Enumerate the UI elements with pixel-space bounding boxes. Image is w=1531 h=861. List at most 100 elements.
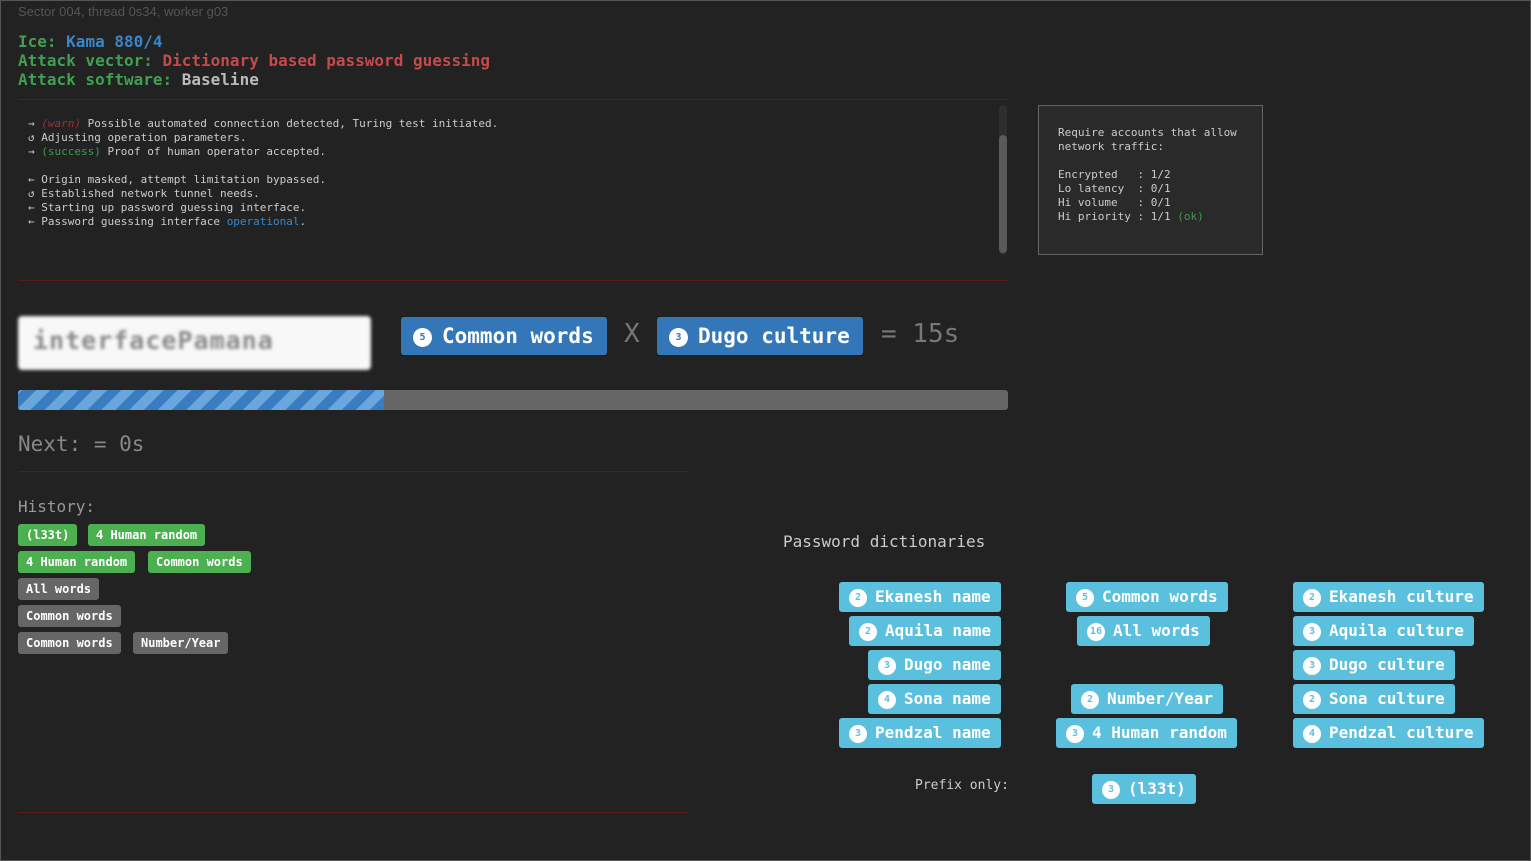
log-line: ↺ Adjusting operation parameters. xyxy=(28,131,247,144)
log-scrollbar-thumb[interactable] xyxy=(999,135,1007,253)
progress-fill xyxy=(18,390,385,410)
dictionary-dugo-culture[interactable]: 3 Dugo culture xyxy=(1293,650,1455,680)
count-badge: 5 xyxy=(1076,589,1094,607)
history-tag[interactable]: Number/Year xyxy=(133,632,229,654)
count-badge: 3 xyxy=(669,328,688,347)
requirements-title: Require accounts that allow xyxy=(1058,126,1237,139)
success-tag: (success) xyxy=(41,145,101,158)
dictionary-pendzal-culture[interactable]: 4 Pendzal culture xyxy=(1293,718,1484,748)
dictionaries-title: Password dictionaries xyxy=(783,532,986,551)
history-tag[interactable]: All words xyxy=(18,578,100,600)
password-guess-field[interactable]: interfacePamana xyxy=(18,316,371,370)
tag-label: Dugo culture xyxy=(698,324,850,348)
requirement-encrypted: Encrypted : 1/2 xyxy=(1058,168,1171,181)
attack-vector-label: Attack vector: xyxy=(18,51,153,70)
dictionary-label: All words xyxy=(1113,621,1200,640)
count-badge: 3 xyxy=(1066,725,1084,743)
requirements-title: network traffic: xyxy=(1058,140,1164,153)
dictionary-human-random[interactable]: 3 4 Human random xyxy=(1056,718,1237,748)
divider xyxy=(18,471,689,472)
dictionary-common-words[interactable]: 5 Common words xyxy=(1066,582,1228,612)
dictionary-label: Dugo culture xyxy=(1329,655,1445,674)
history-tag[interactable]: (l33t) xyxy=(18,524,78,546)
history-tag[interactable]: 4 Human random xyxy=(88,524,206,546)
log-text: ← Password guessing interface xyxy=(28,215,227,228)
dictionary-label: Pendzal culture xyxy=(1329,723,1474,742)
log-line: ← Password guessing interface operationa… xyxy=(28,215,498,229)
divider xyxy=(18,99,1008,100)
dictionary-number-year[interactable]: 2 Number/Year xyxy=(1071,684,1223,714)
log-line: ← Starting up password guessing interfac… xyxy=(28,201,307,214)
arrow-right-icon: → xyxy=(28,145,42,158)
dictionary-l33t-prefix[interactable]: 3 (l33t) xyxy=(1092,774,1196,804)
dictionary-label: Aquila name xyxy=(885,621,991,640)
divider xyxy=(18,280,1008,281)
time-estimate: = 15s xyxy=(881,319,960,349)
warn-tag: (warn) xyxy=(41,117,81,130)
divider xyxy=(18,812,689,813)
log-text: . xyxy=(299,215,307,228)
dictionary-label: Common words xyxy=(1102,587,1218,606)
dictionary-label: Dugo name xyxy=(904,655,991,674)
requirement-text: Hi priority : 1/1 xyxy=(1058,210,1178,223)
history-title: History: xyxy=(18,497,96,516)
count-badge: 5 xyxy=(413,328,432,347)
attack-software-label: Attack software: xyxy=(18,70,173,89)
log-line: ← Origin masked, attempt limitation bypa… xyxy=(28,173,327,186)
dictionary-pendzal-name[interactable]: 3 Pendzal name xyxy=(839,718,1001,748)
count-badge: 4 xyxy=(878,691,896,709)
count-badge: 4 xyxy=(1303,725,1321,743)
log-line: → (warn) Possible automated connection d… xyxy=(28,117,498,131)
count-badge: 2 xyxy=(859,623,877,641)
sector-info: Sector 004, thread 0s34, worker g03 xyxy=(18,4,229,19)
dictionary-label: (l33t) xyxy=(1128,779,1186,798)
times-operator: X xyxy=(624,319,640,349)
next-estimate: Next: = 0s xyxy=(18,432,145,456)
history-tag[interactable]: Common words xyxy=(148,551,251,573)
log-line: ↺ Established network tunnel needs. xyxy=(28,187,260,200)
count-badge: 2 xyxy=(1303,691,1321,709)
count-badge: 3 xyxy=(1303,657,1321,675)
dictionary-label: Aquila culture xyxy=(1329,621,1464,640)
attack-vector-value: Dictionary based password guessing xyxy=(162,51,491,70)
dictionary-label: Number/Year xyxy=(1107,689,1213,708)
log-line: → (success) Proof of human operator acce… xyxy=(28,145,498,159)
count-badge: 2 xyxy=(1303,589,1321,607)
count-badge: 3 xyxy=(1102,781,1120,799)
selected-dictionary-2[interactable]: 3 Dugo culture xyxy=(657,317,863,355)
dictionary-aquila-culture[interactable]: 3 Aquila culture xyxy=(1293,616,1474,646)
count-badge: 3 xyxy=(878,657,896,675)
network-requirements-panel: Require accounts that allow network traff… xyxy=(1038,105,1263,255)
dictionary-ekanesh-culture[interactable]: 2 Ekanesh culture xyxy=(1293,582,1484,612)
history-tag[interactable]: 4 Human random xyxy=(18,551,136,573)
tag-label: Common words xyxy=(442,324,594,348)
operational-tag: operational xyxy=(226,215,300,228)
count-badge: 2 xyxy=(1081,691,1099,709)
operation-log: → (warn) Possible automated connection d… xyxy=(28,117,498,229)
ice-line: Ice: Kama 880/4 xyxy=(18,32,163,51)
attack-vector-line: Attack vector: Dictionary based password… xyxy=(18,51,490,70)
dictionary-label: Pendzal name xyxy=(875,723,991,742)
count-badge: 16 xyxy=(1087,623,1105,641)
dictionary-label: Sona name xyxy=(904,689,991,708)
requirement-hi-volume: Hi volume : 0/1 xyxy=(1058,196,1171,209)
dictionary-ekanesh-name[interactable]: 2 Ekanesh name xyxy=(839,582,1001,612)
dictionary-dugo-name[interactable]: 3 Dugo name xyxy=(868,650,1001,680)
guess-progress-bar xyxy=(18,390,1008,410)
count-badge: 2 xyxy=(849,589,867,607)
prefix-only-label: Prefix only: xyxy=(915,778,1009,793)
attack-software-line: Attack software: Baseline xyxy=(18,70,259,89)
dictionary-sona-name[interactable]: 4 Sona name xyxy=(868,684,1001,714)
history-tag[interactable]: Common words xyxy=(18,605,121,627)
dictionary-all-words[interactable]: 16 All words xyxy=(1077,616,1210,646)
dictionary-label: Ekanesh name xyxy=(875,587,991,606)
ok-status: (ok) xyxy=(1177,210,1204,223)
dictionary-aquila-name[interactable]: 2 Aquila name xyxy=(849,616,1001,646)
arrow-right-icon: → xyxy=(28,117,42,130)
history-tag[interactable]: Common words xyxy=(18,632,121,654)
ice-label: Ice: xyxy=(18,32,57,51)
dictionary-label: 4 Human random xyxy=(1092,723,1227,742)
selected-dictionary-1[interactable]: 5 Common words xyxy=(401,317,607,355)
count-badge: 3 xyxy=(849,725,867,743)
dictionary-sona-culture[interactable]: 2 Sona culture xyxy=(1293,684,1455,714)
